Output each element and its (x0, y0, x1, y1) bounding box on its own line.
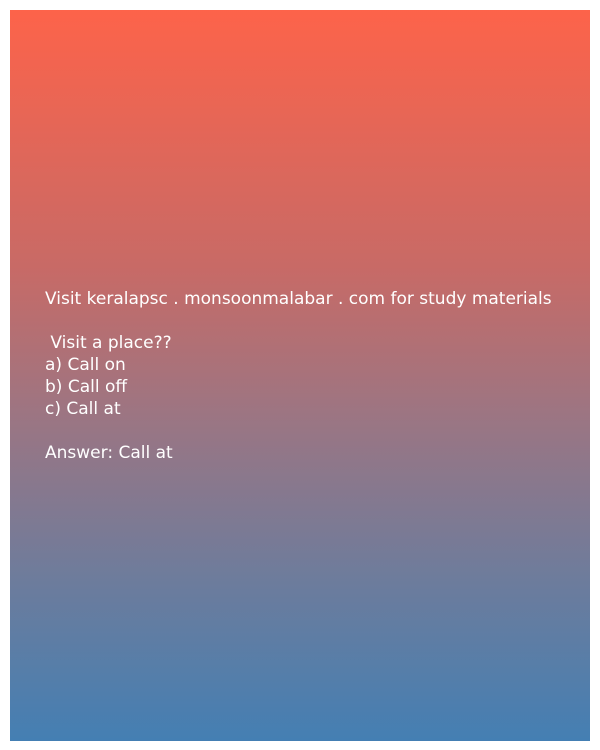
option-c: c) Call at (45, 399, 121, 419)
promo-text: Visit keralapsc . monsoonmalabar . com f… (45, 289, 552, 309)
option-b: b) Call off (45, 377, 128, 397)
answer-text: Answer: Call at (45, 443, 173, 463)
option-a: a) Call on (45, 355, 126, 375)
quiz-content: Visit keralapsc . monsoonmalabar . com f… (45, 288, 585, 464)
question-text: Visit a place?? (45, 333, 172, 353)
quiz-card: Visit keralapsc . monsoonmalabar . com f… (10, 10, 590, 741)
